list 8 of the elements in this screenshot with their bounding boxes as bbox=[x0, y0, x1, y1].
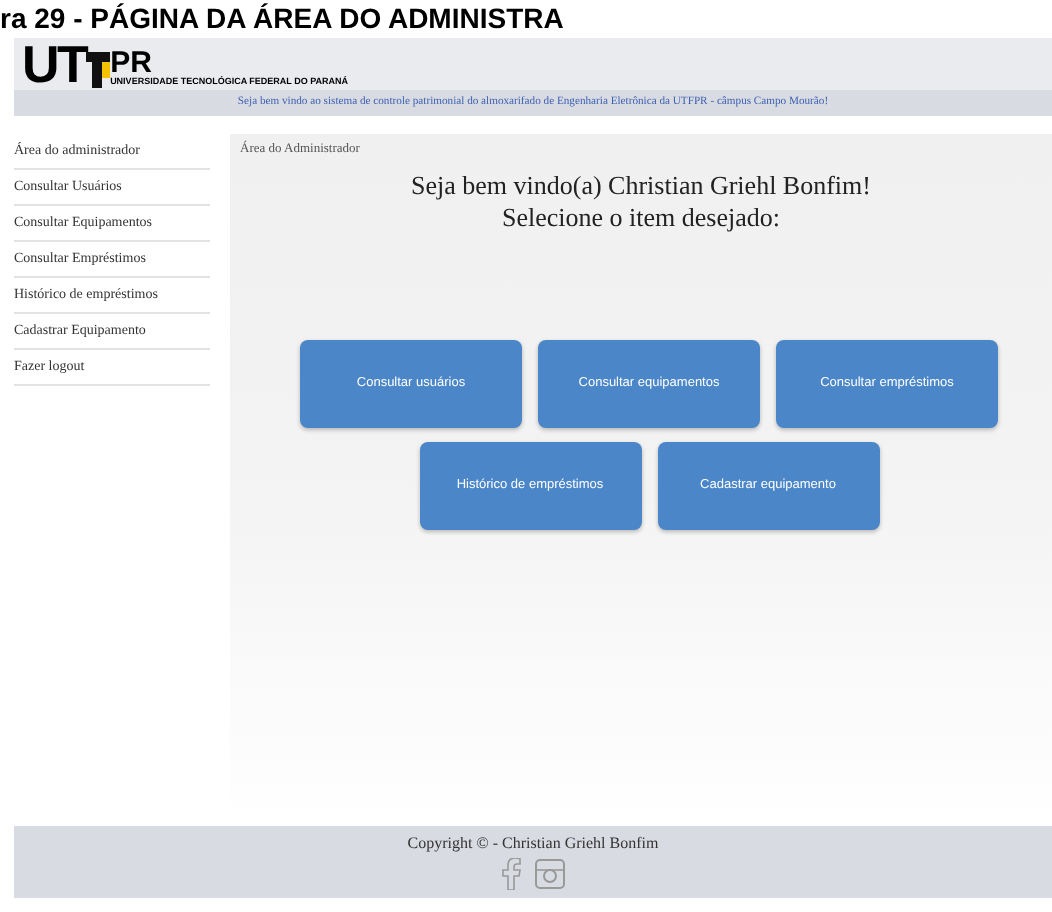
logo-text: PR bbox=[110, 50, 152, 76]
prompt-heading: Selecione o item desejado: bbox=[502, 202, 780, 234]
camera-icon[interactable] bbox=[533, 858, 565, 890]
facebook-icon[interactable] bbox=[501, 858, 521, 890]
document-caption: ra 29 - PÁGINA DA ÁREA DO ADMINISTRA bbox=[0, 0, 564, 38]
logo-text: UT bbox=[22, 40, 87, 88]
copyright-text: Copyright © - Christian Griehl Bonfim bbox=[407, 834, 659, 854]
welcome-heading: Seja bem vindo(a) Christian Griehl Bonfim! bbox=[411, 170, 871, 202]
